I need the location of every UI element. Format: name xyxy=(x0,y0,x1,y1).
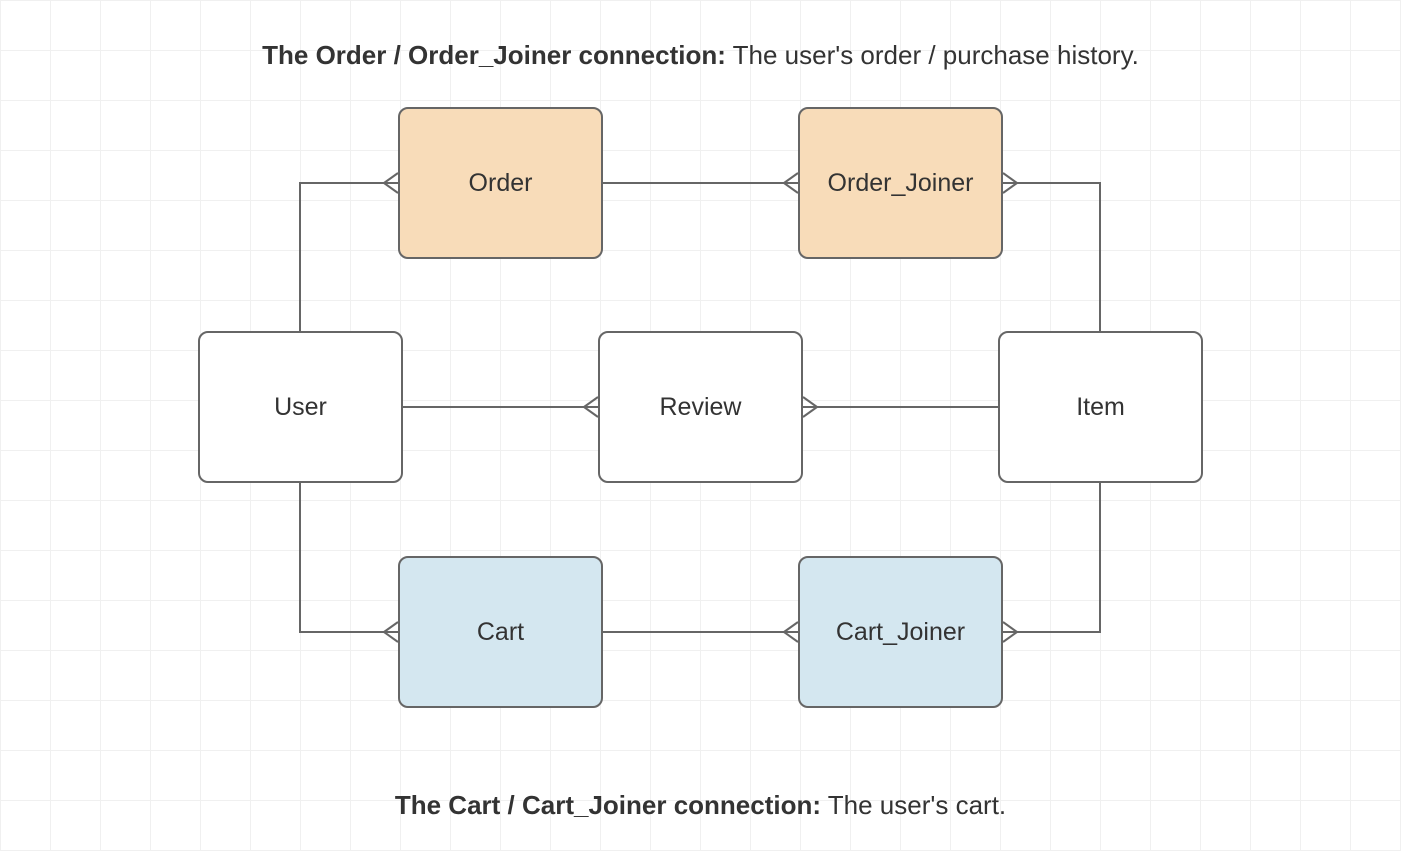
node-label: Order_Joiner xyxy=(828,169,974,198)
caption-bottom: The Cart / Cart_Joiner connection: The u… xyxy=(0,790,1401,821)
node-cart_joiner[interactable]: Cart_Joiner xyxy=(798,556,1003,708)
caption-bottom-bold: The Cart / Cart_Joiner connection: xyxy=(395,790,821,820)
node-label: Cart_Joiner xyxy=(836,618,965,647)
node-cart[interactable]: Cart xyxy=(398,556,603,708)
node-label: Order xyxy=(469,169,533,198)
node-item[interactable]: Item xyxy=(998,331,1203,483)
edge-user-cart xyxy=(300,483,398,632)
node-order_joiner[interactable]: Order_Joiner xyxy=(798,107,1003,259)
edge-item-order_joiner xyxy=(1003,183,1100,331)
node-label: User xyxy=(274,393,327,422)
node-user[interactable]: User xyxy=(198,331,403,483)
caption-bottom-rest: The user's cart. xyxy=(821,790,1006,820)
node-label: Cart xyxy=(477,618,524,647)
node-order[interactable]: Order xyxy=(398,107,603,259)
edge-item-cart_joiner xyxy=(1003,483,1100,632)
node-label: Review xyxy=(660,393,742,422)
edge-user-order xyxy=(300,183,398,331)
node-review[interactable]: Review xyxy=(598,331,803,483)
node-label: Item xyxy=(1076,393,1125,422)
